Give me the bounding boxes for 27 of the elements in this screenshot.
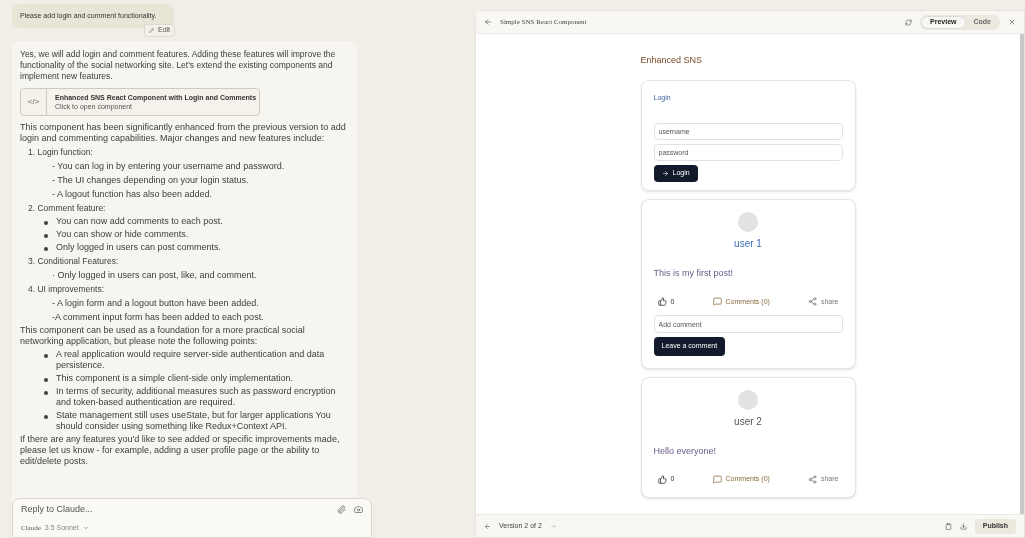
paragraph: If there are any features you'd like to see added or specific improvements made, please let us know - for example, adding a user profile page or the ability to edit/delete posts. xyxy=(20,433,341,467)
list-item: This component is a simple client-side only implementation. xyxy=(56,372,294,384)
list-item: A real application would require server-side authentication and data persistence. xyxy=(56,348,326,371)
app-title: Enhanced SNS xyxy=(640,54,704,67)
list-item: You can show or hide comments. xyxy=(56,228,189,240)
list-heading: 2. Comment feature: xyxy=(27,201,107,214)
username: user 1 xyxy=(734,237,762,251)
list-item: State management still uses useState, but for larger applications You should consider using something like Redux+Context API. xyxy=(56,409,332,432)
list-heading: 3. Conditional Features: xyxy=(27,254,120,267)
list-item: You can now add comments to each post. xyxy=(56,215,223,227)
list-item: - A login form and a logout button have been added. xyxy=(51,296,260,309)
paragraph: This component can be used as a foundation for a more practical social networking application, but please note the following points: xyxy=(20,324,306,347)
list-item: - The UI changes depending on your login status. xyxy=(51,173,250,186)
list-item: -A comment input form has been added to each post. xyxy=(51,310,265,323)
paragraph: This component has been significantly enhanced from the previous version to add login and commenting capabilities. Major changes and new features include: xyxy=(20,121,347,144)
list-heading: 4. UI improvements: xyxy=(27,282,106,295)
username: user 2 xyxy=(734,414,762,429)
reply-placeholder: Reply to Claude... xyxy=(21,503,93,517)
list-item: - You can log in by entering your username and password. xyxy=(51,159,286,172)
list-item: · Only logged in users can post, like, and comment. xyxy=(51,268,258,281)
post-text: Hello everyone! xyxy=(653,444,718,458)
list-heading: 1. Login function: xyxy=(27,145,94,158)
paragraph: Yes, we will add login and comment features. Adding these features will improve the functionality of the social networking site. Let's extend the existing components and implement new features. xyxy=(20,48,337,82)
list-item: In terms of security, additional measures such as password encryption and token-based authentication are required. xyxy=(56,385,337,408)
post-text: This is my first post! xyxy=(653,267,734,280)
list-item: - A logout function has also been added. xyxy=(51,187,214,200)
list-item: Only logged in users can post comments. xyxy=(56,241,222,253)
